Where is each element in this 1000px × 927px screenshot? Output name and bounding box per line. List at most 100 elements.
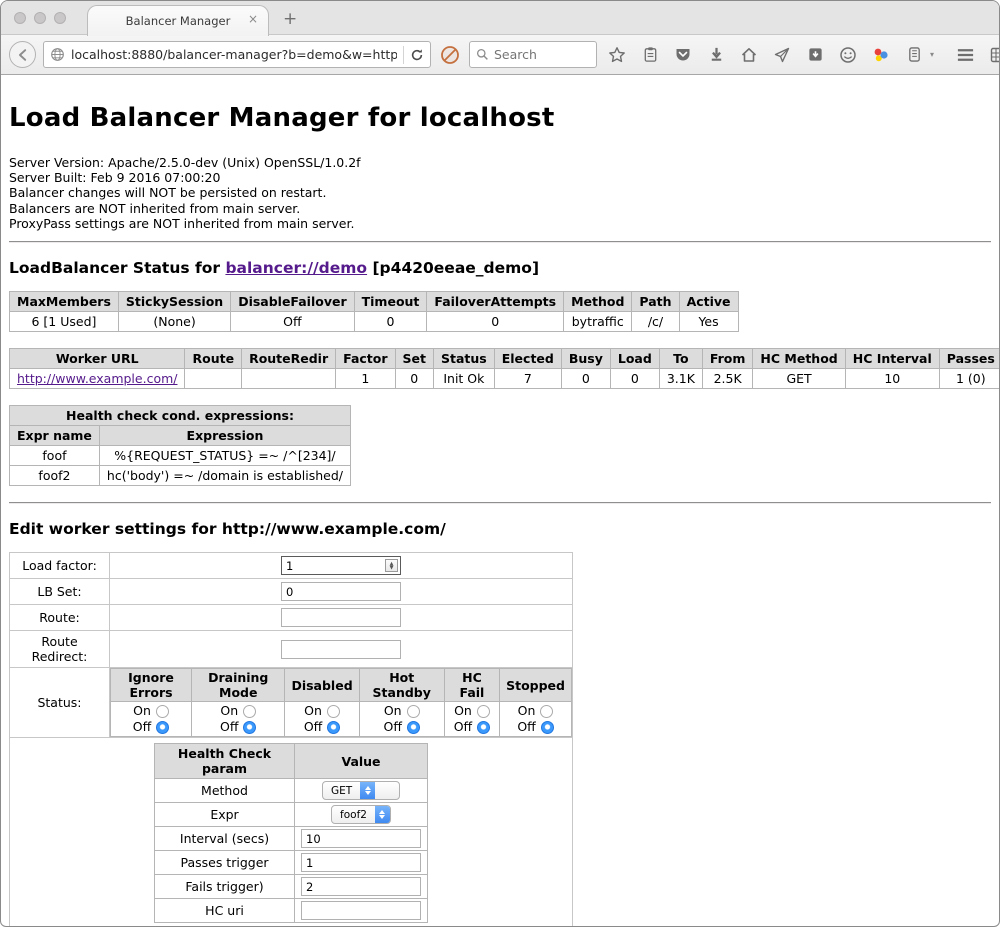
header-stopped: Stopped	[500, 669, 572, 702]
radio-hc-fail-off[interactable]	[477, 721, 490, 734]
radio-hot-standby-on[interactable]	[407, 705, 420, 718]
header-stickysession: StickySession	[118, 292, 230, 312]
save-to-device-icon[interactable]	[802, 42, 828, 68]
load-factor-stepper: ▲▼	[281, 556, 401, 575]
radio-hc-fail-on[interactable]	[477, 705, 490, 718]
inherit-note-line: Balancers are NOT inherited from main se…	[9, 201, 991, 216]
hc-fails-input[interactable]	[301, 877, 421, 896]
header-route: Route	[185, 349, 242, 369]
edit-worker-form: Load factor: ▲▼ LB Set: Route: Route Red…	[9, 552, 573, 927]
radio-draining-mode-off[interactable]	[243, 721, 256, 734]
tab-balancer-manager[interactable]: Balancer Manager ×	[87, 5, 269, 36]
hc-uri-input[interactable]	[301, 901, 421, 920]
header-hc-method: HC Method	[753, 349, 845, 369]
grid-pages-icon[interactable]	[985, 42, 1000, 68]
bookmark-star-icon[interactable]	[604, 42, 630, 68]
new-tab-button[interactable]: +	[283, 9, 297, 29]
route-input[interactable]	[281, 608, 401, 627]
header-disabled: Disabled	[285, 669, 359, 702]
cell-routeredir	[242, 369, 336, 389]
table-header-row: Worker URL Route RouteRedir Factor Set S…	[10, 349, 1000, 369]
reading-list-icon[interactable]	[637, 42, 663, 68]
color-dots-extension-icon[interactable]	[868, 42, 894, 68]
lb-set-label: LB Set:	[10, 579, 110, 605]
number-spinner-icon[interactable]: ▲▼	[385, 559, 398, 572]
status-heading-suffix: [p4420eeae_demo]	[367, 259, 539, 277]
minimize-window-button[interactable]	[34, 12, 46, 24]
hc-expr-select[interactable]: foof2	[331, 805, 391, 824]
route-redirect-label: Route Redirect:	[10, 631, 110, 668]
lb-set-input[interactable]	[281, 582, 401, 601]
on-label: On	[220, 703, 238, 719]
balancer-demo-link[interactable]: balancer://demo	[225, 259, 367, 277]
menu-hamburger-icon[interactable]	[952, 42, 978, 68]
hc-expr-label: Expr	[155, 803, 295, 827]
table-header-row: MaxMembers StickySession DisableFailover…	[10, 292, 739, 312]
hc-method-select[interactable]: GET	[322, 781, 400, 800]
header-disablefailover: DisableFailover	[231, 292, 354, 312]
send-tab-icon[interactable]	[769, 42, 795, 68]
route-redirect-input[interactable]	[281, 640, 401, 659]
table-header-row: Expr name Expression	[10, 426, 351, 446]
caret-down-icon[interactable]: ▾	[930, 50, 934, 59]
feedback-smiley-icon[interactable]	[835, 42, 861, 68]
on-label: On	[518, 703, 536, 719]
header-path: Path	[632, 292, 679, 312]
urlbar-separator	[403, 46, 404, 64]
url-bar[interactable]	[43, 41, 431, 68]
container-extension-icon[interactable]	[901, 42, 927, 68]
expr-row-foof2: foof2 hc('body') =~ /domain is establish…	[10, 466, 351, 486]
worker-url-link[interactable]: http://www.example.com/	[17, 371, 177, 386]
radio-group-hc-fail: On Off	[444, 702, 499, 737]
header-routeredir: RouteRedir	[242, 349, 336, 369]
tab-title: Balancer Manager	[126, 14, 231, 28]
on-label: On	[454, 703, 472, 719]
home-icon[interactable]	[736, 42, 762, 68]
cell-busy: 0	[561, 369, 610, 389]
radio-group-hot-standby: On Off	[359, 702, 444, 737]
back-button[interactable]	[9, 41, 36, 68]
hc-passes-input[interactable]	[301, 853, 421, 872]
pocket-icon[interactable]	[670, 42, 696, 68]
server-built-line: Server Built: Feb 9 2016 07:00:20	[9, 170, 991, 185]
header-passes: Passes	[939, 349, 1000, 369]
search-input[interactable]	[494, 47, 579, 62]
close-window-button[interactable]	[14, 12, 26, 24]
cell-factor: 1	[336, 369, 395, 389]
zoom-window-button[interactable]	[54, 12, 66, 24]
reload-icon[interactable]	[410, 48, 424, 62]
load-factor-input[interactable]	[281, 556, 401, 575]
downloads-icon[interactable]	[703, 42, 729, 68]
tab-close-icon[interactable]: ×	[248, 12, 258, 26]
cell-expr-name: foof	[10, 446, 100, 466]
cell-load: 0	[610, 369, 659, 389]
radio-ignore-errors-off[interactable]	[156, 721, 169, 734]
page-content: Load Balancer Manager for localhost Serv…	[1, 75, 999, 927]
header-expression: Expression	[99, 426, 350, 446]
radio-hot-standby-off[interactable]	[407, 721, 420, 734]
radio-ignore-errors-on[interactable]	[156, 705, 169, 718]
page-title: Load Balancer Manager for localhost	[9, 103, 991, 133]
radio-disabled-on[interactable]	[327, 705, 340, 718]
radio-stopped-on[interactable]	[540, 705, 553, 718]
header-load: Load	[610, 349, 659, 369]
balancer-summary-table: MaxMembers StickySession DisableFailover…	[9, 291, 739, 332]
radio-disabled-off[interactable]	[327, 721, 340, 734]
hc-passes-label: Passes trigger	[155, 851, 295, 875]
content-blocker-icon[interactable]	[438, 43, 462, 67]
url-input[interactable]	[71, 47, 397, 62]
radio-draining-mode-on[interactable]	[243, 705, 256, 718]
header-factor: Factor	[336, 349, 395, 369]
radio-stopped-off[interactable]	[541, 721, 554, 734]
hc-row-fails: Fails trigger)	[155, 875, 428, 899]
divider	[9, 241, 991, 243]
header-busy: Busy	[561, 349, 610, 369]
radio-group-ignore-errors: On Off	[111, 702, 192, 737]
worker-row: http://www.example.com/ 1 0 Init Ok 7 0 …	[10, 369, 1000, 389]
header-method: Method	[564, 292, 632, 312]
search-bar[interactable]	[469, 41, 597, 68]
form-row-route: Route:	[10, 605, 573, 631]
off-label: Off	[384, 719, 402, 735]
hc-interval-input[interactable]	[301, 829, 421, 848]
tab-bar: Balancer Manager × +	[1, 1, 999, 35]
